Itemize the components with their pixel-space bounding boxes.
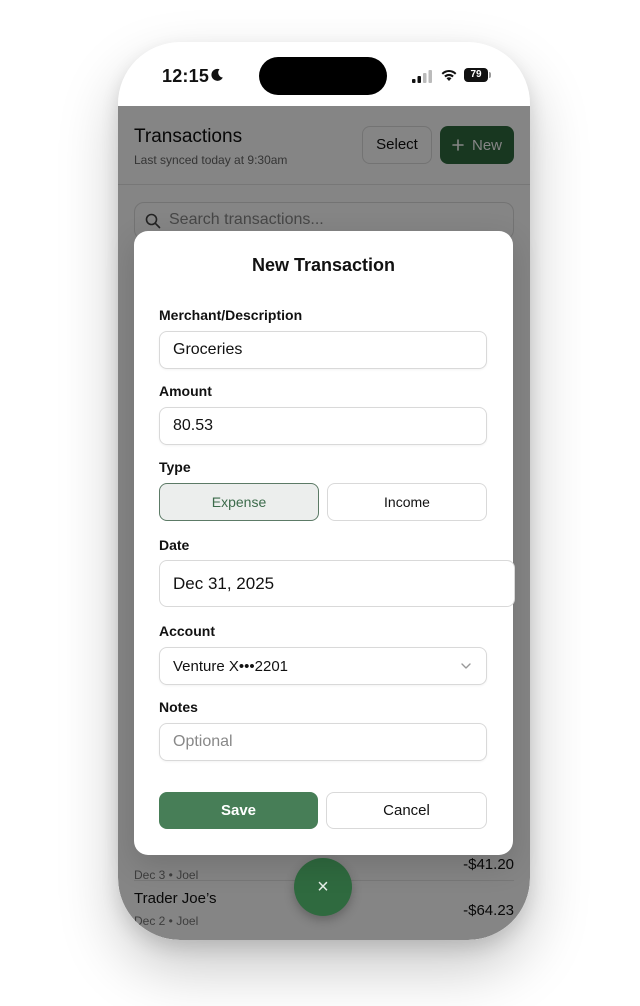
save-button[interactable]: Save [159, 792, 318, 829]
amount-value: 80.53 [173, 417, 214, 434]
amount-field[interactable]: 80.53 [159, 407, 487, 445]
notes-field[interactable]: Optional [159, 723, 487, 761]
account-label: Account [159, 623, 215, 639]
modal-title: New Transaction [251, 255, 396, 275]
type-label: Type [159, 459, 191, 475]
amount-label: Amount [159, 383, 212, 399]
signal-icon [412, 70, 432, 83]
type-income-option[interactable]: Income [327, 483, 487, 521]
dynamic-island [259, 57, 387, 95]
account-select[interactable]: Venture X•••2201 [159, 647, 487, 685]
chevron-down-icon [461, 663, 471, 669]
date-label: Date [159, 537, 190, 553]
merchant-field[interactable]: Groceries [159, 331, 487, 369]
status-time: 12:15 [162, 66, 210, 86]
notes-label: Notes [159, 699, 198, 715]
notes-placeholder: Optional [173, 733, 233, 750]
battery-tip [489, 72, 491, 78]
battery-icon: 79 [464, 68, 492, 82]
cancel-button[interactable]: Cancel [326, 792, 487, 829]
close-fab-button[interactable]: × [294, 858, 352, 916]
merchant-label: Merchant/Description [159, 307, 303, 323]
status-bar: 12:15 79 [118, 42, 530, 106]
date-field[interactable]: Dec 31, 2025 [159, 560, 515, 607]
moon-icon [211, 68, 223, 81]
type-expense-option[interactable]: Expense [159, 483, 319, 521]
new-transaction-modal: New Transaction Merchant/Description Gro… [134, 231, 515, 855]
wifi-icon [441, 70, 457, 81]
merchant-value: Groceries [173, 341, 243, 358]
battery-level: 79 [464, 68, 488, 82]
account-value: Venture X•••2201 [173, 658, 289, 675]
date-value: Dec 31, 2025 [173, 574, 275, 593]
